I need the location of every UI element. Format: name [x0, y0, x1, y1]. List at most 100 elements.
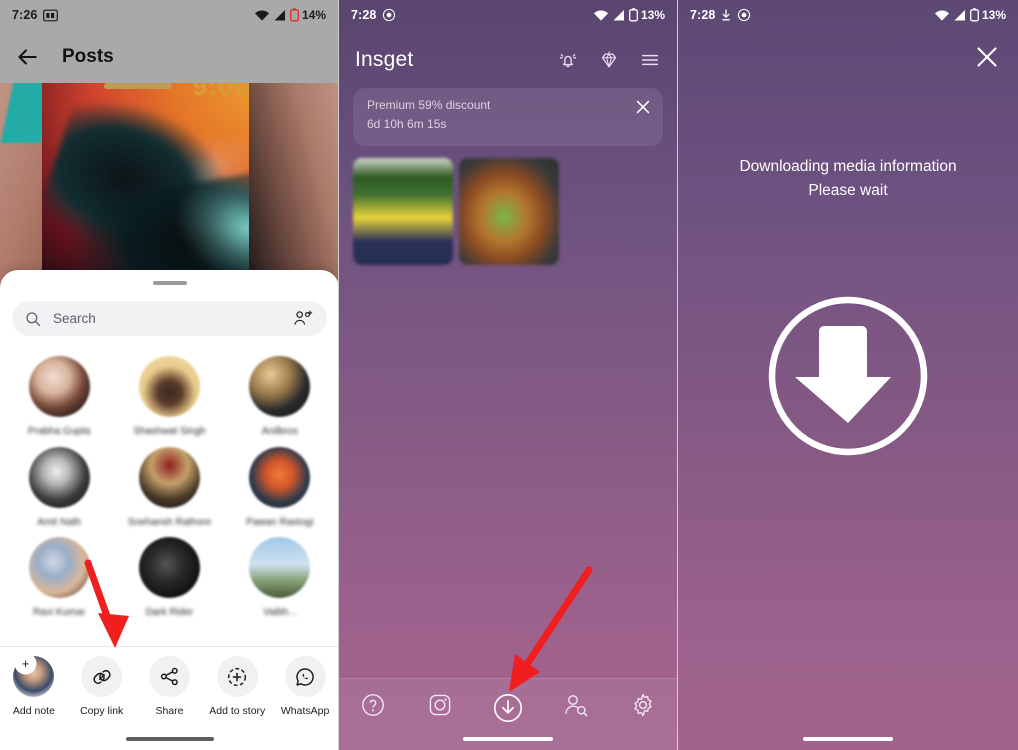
download-circle-icon	[493, 694, 522, 722]
media-thumbnail[interactable]	[459, 158, 559, 265]
person-search-icon	[565, 695, 588, 717]
action-label: WhatsApp	[280, 705, 330, 717]
contact-name: Shashwat Singh	[133, 426, 206, 437]
avatar	[28, 446, 90, 508]
action-label: Share	[155, 705, 184, 717]
action-label: Add to story	[209, 705, 266, 717]
status-time: 7:28	[690, 8, 716, 22]
contact-name: Dark Rider	[145, 607, 194, 618]
add-to-story-icon	[228, 667, 247, 686]
appbar-insget: Insget	[339, 38, 677, 82]
share-action-row: + Add note Copy link Share Add to story …	[0, 646, 338, 750]
contact-item[interactable]: Dark Rider	[114, 529, 224, 620]
instagram-icon	[430, 694, 451, 716]
action-icon-bg	[284, 656, 326, 697]
settings-nav-button[interactable]	[609, 692, 677, 718]
post-photo[interactable]: 9:00 AM	[0, 83, 338, 288]
contact-name: Ravi Kumar	[33, 607, 86, 618]
add-note-button[interactable]: + Add note	[0, 654, 68, 750]
contact-row: Amit Nath Snehansh Rathore Pawan Rastogi	[4, 439, 335, 530]
add-to-story-button[interactable]: Add to story	[203, 656, 271, 750]
panel-insget-home: 7:28 13% Insget Premium 59% discount 6d …	[339, 0, 678, 750]
status-left: 7:28	[690, 8, 751, 22]
action-label: Add note	[12, 705, 55, 717]
contact-name: Snehansh Rathore	[127, 516, 212, 528]
menu-hamburger-icon[interactable]	[639, 50, 661, 70]
instagram-nav-button[interactable]	[407, 692, 475, 718]
downloading-line-2: Please wait	[808, 182, 888, 200]
contact-item[interactable]: Shashwat Singh	[114, 348, 224, 439]
wifi-icon	[934, 10, 949, 21]
avatar	[249, 446, 311, 508]
home-indicator[interactable]	[803, 737, 893, 741]
contact-item[interactable]: Prabha Gupta	[4, 348, 114, 439]
add-person-icon[interactable]	[293, 310, 314, 327]
whatsapp-button[interactable]: WhatsApp	[271, 656, 338, 750]
status-bar-panel1: 7:26 14%	[0, 0, 338, 30]
settings-gear-icon	[634, 693, 652, 717]
signal-icon	[954, 9, 965, 20]
search-input[interactable]: Search	[12, 301, 327, 336]
downloading-line-1: Downloading media information	[739, 158, 957, 175]
share-bottom-sheet: Search Prabha Gupta Shashwat Singh Anilb…	[0, 270, 338, 750]
avatar	[249, 356, 311, 417]
media-thumbnail[interactable]	[353, 158, 453, 265]
status-bar-panel2: 7:28 13%	[339, 0, 677, 30]
status-right: 13%	[593, 8, 665, 22]
sheet-drag-handle[interactable]	[152, 281, 187, 285]
appbar-posts: Posts	[0, 30, 338, 83]
contact-grid: Prabha Gupta Shashwat Singh Anilbros Ami…	[0, 336, 338, 620]
help-icon	[361, 694, 384, 716]
status-bar-panel3: 7:28 13%	[678, 0, 1018, 30]
avatar	[138, 446, 200, 508]
plus-icon: +	[16, 654, 35, 673]
home-indicator[interactable]	[463, 737, 553, 741]
wifi-icon	[254, 10, 269, 21]
premium-discount-banner[interactable]: Premium 59% discount 6d 10h 6m 15s	[353, 88, 663, 146]
avatar	[28, 356, 90, 417]
contact-name: Prabha Gupta	[28, 426, 91, 437]
battery-percent: 13%	[640, 8, 665, 22]
battery-icon	[970, 8, 979, 22]
back-arrow-icon[interactable]	[14, 44, 40, 70]
downloading-message: Downloading media information Please wai…	[678, 155, 1018, 203]
notification-bell-icon[interactable]	[557, 49, 579, 71]
photo-dim-overlay	[0, 83, 338, 288]
banner-countdown: 6d 10h 6m 15s	[367, 117, 447, 131]
contact-item[interactable]: Pawan Rastogi	[225, 439, 335, 530]
appbar-actions	[557, 49, 661, 71]
close-button[interactable]	[974, 44, 1000, 70]
search-icon	[26, 311, 41, 326]
battery-icon	[290, 8, 299, 22]
status-right: 13%	[934, 8, 1006, 22]
premium-diamond-icon[interactable]	[598, 49, 620, 71]
contact-item[interactable]: Snehansh Rathore	[114, 439, 224, 530]
contact-item[interactable]: Vaibh...	[225, 529, 335, 620]
record-icon	[738, 8, 751, 22]
status-left: 7:26	[12, 8, 59, 22]
screenshot-stage: 7:26 14% Posts 9:00 AM Search Prabha Gup…	[0, 0, 1018, 750]
page-title: Posts	[62, 45, 114, 67]
contact-row: Prabha Gupta Shashwat Singh Anilbros	[4, 348, 335, 439]
share-icon	[160, 667, 178, 686]
user-search-nav-button[interactable]	[542, 692, 610, 718]
contact-item[interactable]: Anilbros	[225, 348, 335, 439]
action-icon-bg	[148, 656, 190, 697]
contact-item[interactable]: Amit Nath	[4, 439, 114, 530]
avatar	[138, 537, 200, 598]
download-indicator-icon	[722, 9, 731, 21]
copy-link-button[interactable]: Copy link	[68, 656, 136, 750]
battery-percent: 13%	[981, 8, 1006, 22]
whatsapp-icon	[296, 667, 314, 686]
panel-instagram-share: 7:26 14% Posts 9:00 AM Search Prabha Gup…	[0, 0, 339, 750]
avatar	[249, 537, 311, 598]
help-nav-button[interactable]	[339, 692, 407, 718]
share-button[interactable]: Share	[136, 656, 204, 750]
status-time: 7:28	[351, 8, 377, 22]
close-icon[interactable]	[635, 99, 651, 115]
avatar	[28, 537, 90, 598]
contact-item[interactable]: Ravi Kumar	[4, 529, 114, 620]
home-indicator[interactable]	[125, 737, 214, 741]
download-nav-button[interactable]	[474, 692, 542, 724]
action-icon-bg	[81, 656, 123, 697]
